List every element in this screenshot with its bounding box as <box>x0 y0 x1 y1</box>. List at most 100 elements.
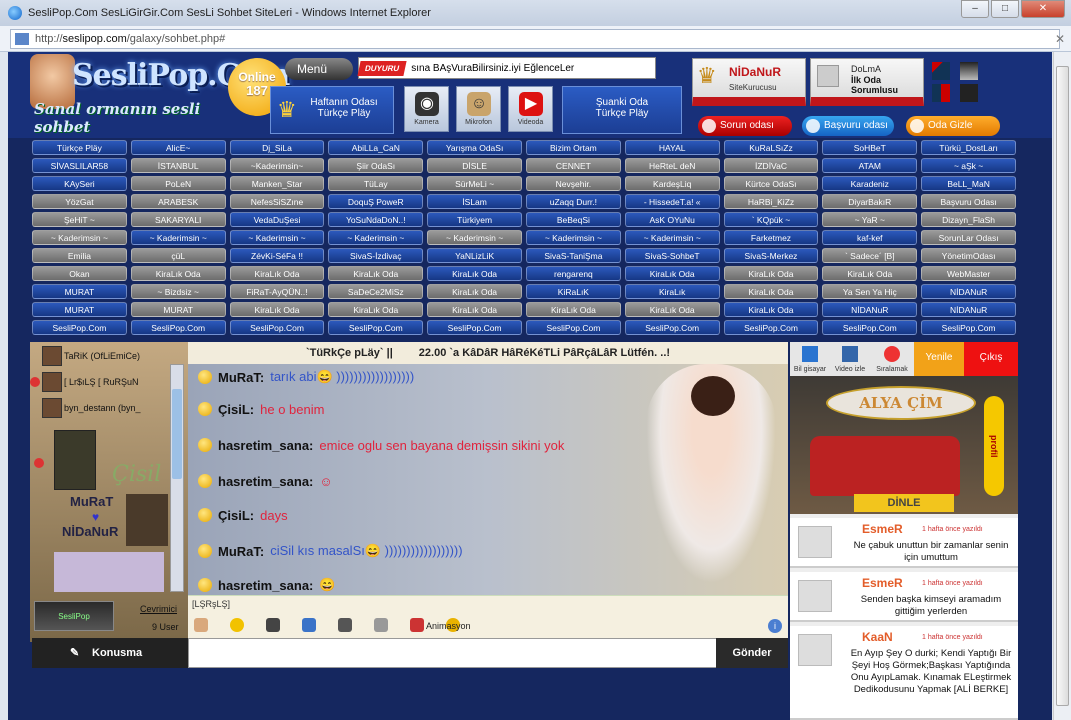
room-button[interactable]: ARABESK <box>130 194 226 209</box>
room-button[interactable]: KiraLık Oda <box>624 266 720 281</box>
minimize-button[interactable]: – <box>961 0 989 18</box>
room-button[interactable]: AbiLLa_CaN <box>328 140 424 155</box>
room-button[interactable]: SorunLar Odası <box>921 230 1016 245</box>
room-button[interactable]: Yarışma OdaSı <box>427 140 522 155</box>
page-scrollbar[interactable] <box>1053 52 1071 720</box>
room-button[interactable]: Ya Sen Ya Hiç <box>822 284 918 299</box>
room-button[interactable]: ZévKi-SéFa !! <box>229 248 325 263</box>
scroll-thumb[interactable] <box>172 389 182 479</box>
message-author[interactable]: hasretim_sana: <box>218 474 313 489</box>
room-button[interactable]: SaDeCe2MiSz <box>328 284 424 299</box>
room-button[interactable]: DİSLE <box>427 158 522 173</box>
room-button[interactable]: KiraLık <box>624 284 720 299</box>
room-button[interactable]: BeBeqSi <box>526 212 621 227</box>
message-author[interactable]: hasretim_sana: <box>218 438 313 453</box>
room-button[interactable]: ~Kaderimsin~ <box>229 158 325 173</box>
room-button[interactable]: HaRBi_KiZz <box>723 194 819 209</box>
info-icon[interactable]: i <box>768 619 782 633</box>
room-button[interactable]: ~ YaR ~ <box>822 212 918 227</box>
room-button[interactable]: FiRaT-AyQÜN..! <box>229 284 325 299</box>
room-button[interactable]: Dj_SiLa <box>229 140 325 155</box>
talk-button[interactable]: ✎ Konusma <box>32 638 188 668</box>
refresh-button[interactable]: Yenile <box>914 342 964 376</box>
room-button[interactable]: KiraLık Oda <box>822 266 918 281</box>
room-button[interactable]: KiRaLıK <box>526 284 621 299</box>
room-button[interactable]: ŞeHiT ~ <box>32 212 127 227</box>
room-button[interactable]: SesliPop.Com <box>723 320 819 335</box>
room-button[interactable]: BeLL_MaN <box>921 176 1016 191</box>
smiley-icon[interactable] <box>230 618 244 632</box>
weekly-room-panel[interactable]: ♛ Haftanın Odası Türkçe Pläy <box>270 86 394 134</box>
message-author[interactable]: MuRaT: <box>218 370 264 385</box>
room-button[interactable]: Okan <box>32 266 127 281</box>
room-button[interactable]: SivaS-Merkez <box>723 248 819 263</box>
room-button[interactable]: DiyarBakıR <box>822 194 918 209</box>
room-button[interactable]: KiraLık Oda <box>229 266 325 281</box>
room-button[interactable]: İSLam <box>427 194 522 209</box>
room-button[interactable]: ~ Kaderimsin ~ <box>526 230 621 245</box>
close-button[interactable]: ✕ <box>1021 0 1065 18</box>
room-button[interactable]: YözGat <box>32 194 127 209</box>
room-button[interactable]: Emilia <box>32 248 127 263</box>
user-list-scrollbar[interactable] <box>170 364 184 592</box>
room-button[interactable]: KiraLık Oda <box>723 302 819 317</box>
room-button[interactable]: Karadeniz <box>822 176 918 191</box>
room-button[interactable]: KiraLık Oda <box>427 302 522 317</box>
room-button[interactable]: rengarenq <box>526 266 621 281</box>
room-button[interactable]: CENNET <box>526 158 621 173</box>
room-button[interactable]: Türkü_DostLarı <box>921 140 1016 155</box>
room-button[interactable]: çüL <box>130 248 226 263</box>
hand-icon[interactable] <box>194 618 208 632</box>
room-button[interactable]: KiraLık Oda <box>624 302 720 317</box>
room-button[interactable]: uZaqq Durr.! <box>526 194 621 209</box>
message-author[interactable]: ÇisiL: <box>218 402 254 417</box>
room-button[interactable]: KiraLık Oda <box>526 302 621 317</box>
room-button[interactable]: SİVASLILAR58 <box>32 158 127 173</box>
microphone-button[interactable]: ☺ Mikrofon <box>456 86 501 132</box>
room-button[interactable]: Dizayn_FlaSh <box>921 212 1016 227</box>
room-button[interactable]: SivaS-TaniŞma <box>526 248 621 263</box>
flag-uk-icon[interactable] <box>932 62 950 80</box>
room-button[interactable]: YönetimOdası <box>921 248 1016 263</box>
room-button[interactable]: VedaDuŞesi <box>229 212 325 227</box>
menu-button[interactable]: Menü <box>285 58 353 80</box>
note-author[interactable]: EsmeR <box>862 522 903 536</box>
room-button[interactable]: KiraLık Oda <box>229 302 325 317</box>
room-button[interactable]: TüLay <box>328 176 424 191</box>
video-watch-button[interactable]: Video izle <box>830 342 870 376</box>
room-button[interactable]: KardeşLiq <box>624 176 720 191</box>
listen-button[interactable]: DİNLE <box>854 494 954 512</box>
room-button[interactable]: NİDANuR <box>921 284 1016 299</box>
room-button[interactable]: NİDANuR <box>822 302 918 317</box>
gift-icon[interactable] <box>410 618 424 632</box>
room-button[interactable]: NİDANuR <box>921 302 1016 317</box>
room-button[interactable]: PoLeN <box>130 176 226 191</box>
profile-card[interactable]: ALYA ÇİM profil DİNLE <box>790 376 1018 514</box>
room-button[interactable]: KiraLık Oda <box>328 302 424 317</box>
room-button[interactable]: SürMeLi ~ <box>427 176 522 191</box>
room-button[interactable]: SesliPop.Com <box>328 320 424 335</box>
room-button[interactable]: SesliPop.Com <box>229 320 325 335</box>
room-button[interactable]: WebMaster <box>921 266 1016 281</box>
room-button[interactable]: SesliPop.Com <box>427 320 522 335</box>
message-input[interactable] <box>188 638 718 668</box>
room-button[interactable]: MURAT <box>32 302 127 317</box>
room-button[interactable]: Nevşehir. <box>526 176 621 191</box>
camera-button[interactable]: ◉ Kamera <box>404 86 449 132</box>
application-room-button[interactable]: Başvuru odası <box>802 116 894 136</box>
note-author[interactable]: EsmeR <box>862 576 903 590</box>
room-button[interactable]: ~ Kaderimsin ~ <box>624 230 720 245</box>
hide-room-button[interactable]: Oda Gizle <box>906 116 1000 136</box>
user-row[interactable]: byn_destann (byn_ <box>30 396 180 420</box>
room-button[interactable]: KiraLık Oda <box>723 266 819 281</box>
room-button[interactable]: ~ Kaderimsin ~ <box>32 230 127 245</box>
video-button[interactable]: ▶ Videoda <box>508 86 553 132</box>
flag-fr-icon[interactable] <box>932 84 950 102</box>
room-button[interactable]: YaNLizLiK <box>427 248 522 263</box>
room-button[interactable]: SesliPop.Com <box>526 320 621 335</box>
room-owner-box[interactable]: DoLmA İlk Oda Sorumlusu <box>810 58 924 106</box>
room-button[interactable]: İZDİVaC <box>723 158 819 173</box>
exit-button[interactable]: Çıkış <box>964 342 1018 376</box>
user-row[interactable]: TaRiK (OfLiEmiCe) <box>30 344 180 368</box>
site-logo[interactable]: SesliPop.Com Sanal ormanın sesli sohbet <box>30 54 290 136</box>
